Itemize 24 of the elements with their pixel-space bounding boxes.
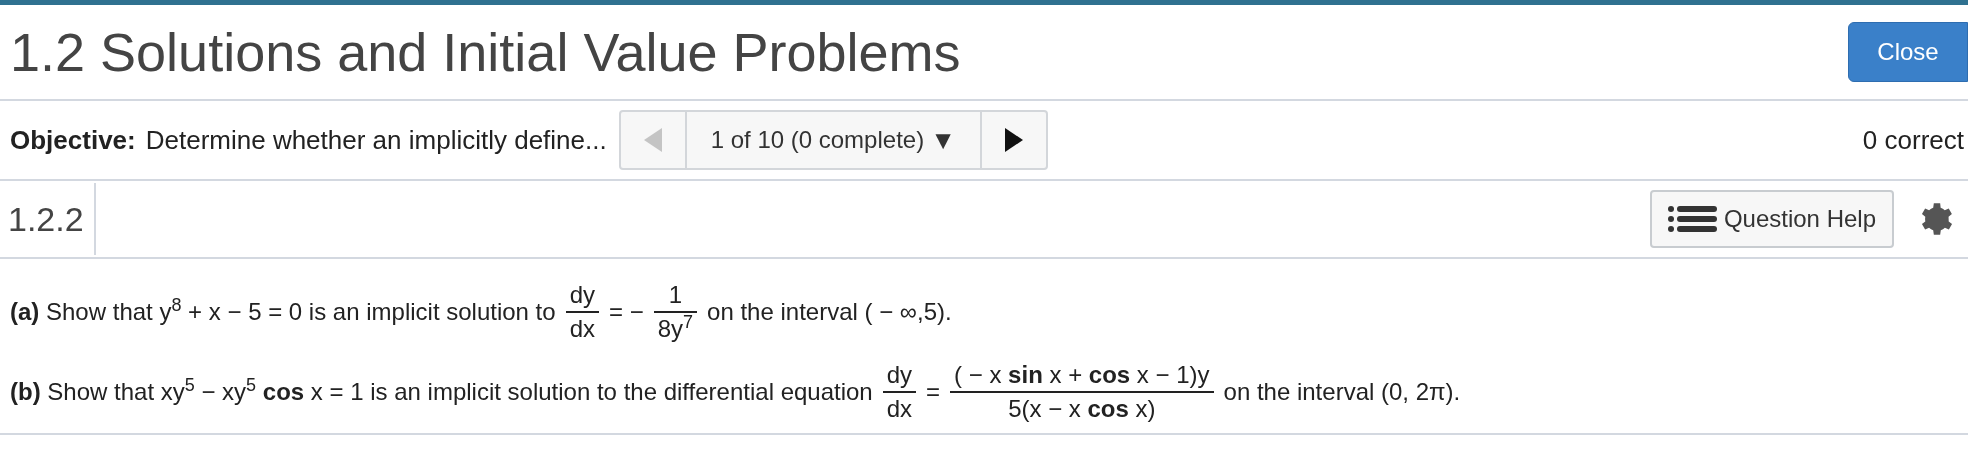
denominator: 5(x − x cos x) bbox=[950, 391, 1214, 425]
numerator: ( − x sin x + cos x − 1)y bbox=[953, 360, 1211, 390]
problem-text: = bbox=[926, 377, 941, 407]
score-text: 0 correct bbox=[1862, 123, 1965, 157]
numerator: dy bbox=[885, 360, 914, 390]
problem-text: (a) Show that y$^{8}$ + x − 5 = 0 is an implicit solution to bbox=[10, 294, 556, 327]
close-button[interactable]: Close bbox=[1848, 22, 1968, 82]
question-help-button[interactable]: Question Help bbox=[1649, 190, 1894, 248]
denominator: dx bbox=[565, 311, 599, 345]
question-number: 1.2.2 bbox=[0, 183, 96, 255]
problem-text: (b) Show that xy$^{5}$ − xy$^{5}$ cos x = 1 is an implicit solution to the differential equation bbox=[10, 374, 873, 407]
denominator: dx bbox=[882, 391, 917, 425]
problem-text: on the interval (0, 2π). bbox=[1223, 377, 1461, 407]
numerator: dy bbox=[568, 280, 596, 310]
denominator: 8y$^{7}$ bbox=[653, 311, 698, 345]
objective-label: Objective: bbox=[10, 123, 136, 157]
numerator: 1 bbox=[667, 280, 684, 310]
problem-text: on the interval ( − ∞,5). bbox=[707, 297, 952, 327]
objective-text: Determine whether an implicitly define... bbox=[145, 123, 607, 157]
question-position-dropdown[interactable]: 1 of 10 (0 complete) ▼ bbox=[686, 112, 982, 168]
list-icon bbox=[1667, 206, 1718, 232]
page-title: 1.2 Solutions and Initial Value Problems bbox=[10, 25, 961, 79]
right-triangle-icon bbox=[1004, 128, 1023, 152]
problem-text: = − bbox=[609, 297, 644, 327]
